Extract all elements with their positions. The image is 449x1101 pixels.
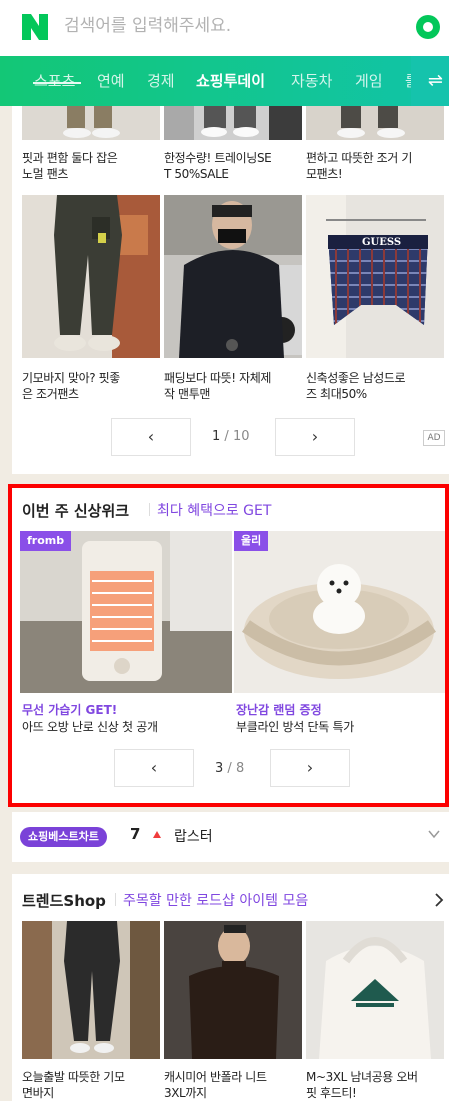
swap-icon[interactable]: ⇌	[428, 56, 443, 106]
product-image[interactable]	[164, 106, 302, 140]
next-page-button[interactable]: ›	[275, 418, 355, 456]
product-image[interactable]	[306, 921, 444, 1059]
product-title[interactable]: 은 조거팬츠	[22, 386, 79, 402]
tab-game[interactable]: 게임	[355, 56, 383, 106]
product-title[interactable]: 3XL까지	[164, 1085, 207, 1101]
product-title[interactable]: T 50%SALE	[164, 166, 229, 182]
product-title[interactable]: 모팬츠!	[306, 166, 343, 182]
best-chart-badge: 쇼핑베스트차트	[20, 827, 107, 847]
product-image[interactable]	[164, 921, 302, 1059]
nav-active-underline	[33, 82, 81, 84]
product-title[interactable]: 신축성좋은 남성드로	[306, 370, 406, 386]
chevron-down-icon[interactable]	[428, 828, 440, 840]
product-title[interactable]: 캐시미어 반폴라 니트	[164, 1069, 267, 1085]
page-separator: /	[224, 429, 229, 444]
chevron-right-icon[interactable]	[434, 893, 444, 907]
product-title[interactable]: 즈 최대50%	[306, 386, 367, 402]
total-pages: 10	[232, 429, 250, 444]
rank-item-name[interactable]: 랍스터	[174, 826, 213, 846]
search-header: 검색어를 입력해주세요.	[0, 0, 449, 56]
brand-label: GUESS	[362, 237, 402, 248]
tab-sports[interactable]: 스포츠	[34, 56, 75, 106]
product-image[interactable]	[22, 195, 160, 358]
product-title[interactable]: M~3XL 남녀공용 오버	[306, 1069, 418, 1085]
product-image[interactable]	[22, 921, 160, 1059]
tab-entertainment[interactable]: 연예	[97, 56, 125, 106]
page-indicator: 1 / 10	[212, 429, 250, 444]
section-title[interactable]: 트렌드Shop	[22, 890, 106, 911]
product-title[interactable]: 한정수량! 트레이닝SE	[164, 150, 272, 166]
rank-number: 7	[130, 825, 141, 843]
search-input[interactable]: 검색어를 입력해주세요.	[64, 14, 231, 38]
highlight-box	[8, 484, 449, 807]
product-image[interactable]: GUESS	[306, 195, 444, 358]
product-image[interactable]	[306, 106, 444, 140]
product-title[interactable]: 핏과 편함 둘다 잡은	[22, 150, 118, 166]
section-subtitle[interactable]: 주목할 만한 로드샵 아이템 모음	[123, 890, 308, 910]
title-divider	[115, 893, 116, 906]
product-title[interactable]: 면바지	[22, 1085, 54, 1101]
current-page: 1	[212, 429, 221, 444]
green-dot-icon[interactable]	[416, 15, 440, 39]
ad-badge[interactable]: AD	[423, 430, 445, 446]
product-title[interactable]: 핏 후드티!	[306, 1085, 357, 1101]
tab-shopping-today[interactable]: 쇼핑투데이	[196, 56, 265, 106]
product-title[interactable]: 노멀 팬츠	[22, 166, 68, 182]
product-title[interactable]: 오늘출발 따뜻한 기모	[22, 1069, 125, 1085]
product-title[interactable]: 기모바지 맞아? 핏좋	[22, 370, 120, 386]
product-title[interactable]: 작 맨투맨	[164, 386, 210, 402]
tab-economy[interactable]: 경제	[147, 56, 175, 106]
product-image[interactable]	[164, 195, 302, 358]
product-image[interactable]	[22, 106, 160, 140]
prev-page-button[interactable]: ‹	[111, 418, 191, 456]
product-title[interactable]: 패딩보다 따뜻! 자체제	[164, 370, 271, 386]
rank-up-icon	[153, 831, 161, 838]
tab-car[interactable]: 자동차	[291, 56, 332, 106]
product-title[interactable]: 편하고 따뜻한 조거 기	[306, 150, 412, 166]
naver-logo-icon[interactable]	[22, 14, 48, 40]
category-nav: 스포츠 연예 경제 쇼핑투데이 자동차 게임 를	[0, 56, 449, 106]
